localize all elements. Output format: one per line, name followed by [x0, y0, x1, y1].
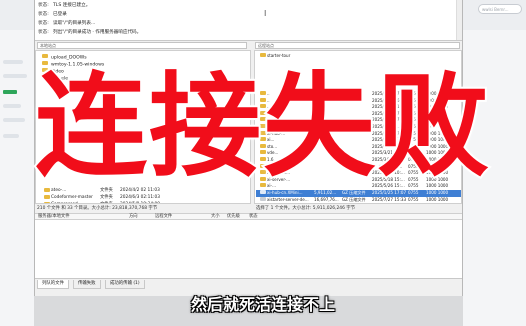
queue-header: 服务器/本地文件 方向 远程文件 大小 优先级 状态	[35, 213, 462, 220]
tab-queued-files[interactable]: 列队的文件	[37, 280, 69, 289]
log-row: 状态: 读取"/"的目录列表...	[38, 21, 96, 26]
folder-icon	[44, 202, 50, 203]
local-path-input[interactable]: 本地站点	[37, 42, 247, 49]
folder-icon	[42, 54, 48, 58]
remote-file-row[interactable]: starter-tour	[256, 53, 461, 60]
remote-file-row[interactable]: xistarter-server-de... 16,697,76... GZ 压缩文…	[256, 196, 461, 203]
log-scrollbar[interactable]	[456, 0, 462, 40]
log-row: 状态: 已登录	[38, 12, 67, 17]
tree-item[interactable]: upload_DOOWs	[42, 54, 87, 61]
transfer-queue	[35, 220, 462, 278]
tab-successful-transfers[interactable]: 成功的传输 (1)	[105, 280, 145, 289]
file-icon	[260, 196, 266, 201]
queue-tabs: 列队的文件 传输失败 成功的传输 (1)	[35, 278, 462, 289]
remote-path-input[interactable]: 远程站点	[255, 42, 460, 49]
path-bar: 本地站点 远程站点	[35, 41, 462, 50]
overlay-title: 连接失败	[33, 62, 491, 192]
message-log: 状态: TLS 连接已建立。 状态: 已登录 状态: 读取"/"的目录列表... 状态…	[35, 0, 462, 41]
local-file-row[interactable]: Codeformer-master 文件夹 2024/6/3 02:11:03	[38, 195, 246, 202]
local-status-text: 210 个文件 和 33 个目录。大小总计: 23,818,370,768 字节	[37, 206, 158, 211]
tab-failed-transfers[interactable]: 传输失败	[73, 280, 101, 289]
remote-status-text: 选择了 1 个文件。大小总计: 5,911,026,246 字节	[256, 206, 356, 211]
video-subtitle: 然后就死活连接不上	[190, 295, 335, 314]
folder-icon	[260, 53, 266, 57]
log-row: 状态: TLS 连接已建立。	[38, 3, 91, 8]
folder-icon	[44, 195, 50, 199]
log-row: 状态: 列出"/"的目录成功 · 作用服务器响应代码。	[38, 30, 142, 35]
background-search-box: wwlsi Bernr...	[478, 4, 522, 14]
text-cursor-icon: I	[264, 9, 267, 18]
local-file-row[interactable]: Compressed文件夹2024/5/9 19:34:00	[38, 202, 246, 203]
overlay-title-area: 连接失败	[0, 62, 526, 192]
